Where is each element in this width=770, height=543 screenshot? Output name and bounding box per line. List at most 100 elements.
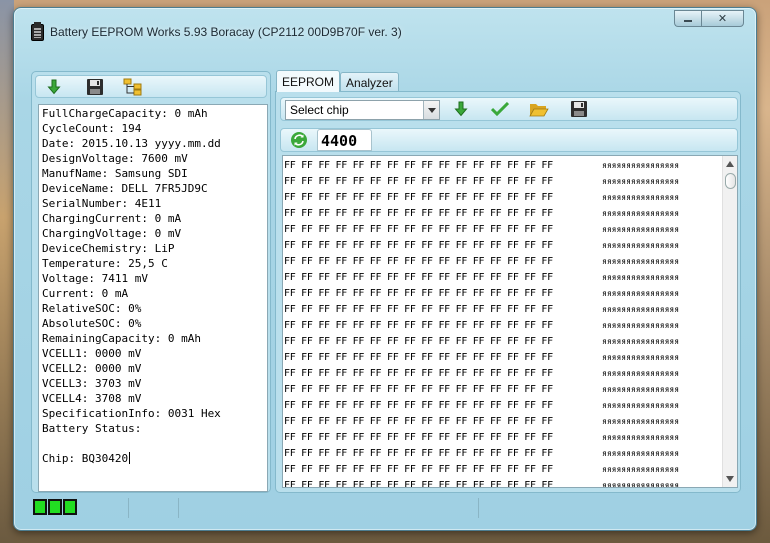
window-title: Battery EEPROM Works 5.93 Boracay (CP211… [50, 25, 402, 39]
hex-bytes: FF FF FF FF FF FF FF FF FF FF FF FF FF F… [284, 448, 553, 459]
hex-bytes: FF FF FF FF FF FF FF FF FF FF FF FF FF F… [284, 304, 553, 315]
title-bar[interactable]: Battery EEPROM Works 5.93 Boracay (CP211… [14, 8, 756, 52]
hex-bytes: FF FF FF FF FF FF FF FF FF FF FF FF FF F… [284, 416, 553, 427]
save-icon[interactable] [569, 100, 589, 118]
hex-row: FF FF FF FF FF FF FF FF FF FF FF FF FF F… [284, 382, 720, 398]
scroll-down-icon[interactable] [726, 476, 734, 482]
eeprom-panel: Select chip 4400 FF FF FF FF FF FF FF FF… [275, 91, 741, 493]
hex-bytes: FF FF FF FF FF FF FF FF FF FF FF FF FF F… [284, 432, 553, 443]
hex-ascii: яяяяяяяяяяяяяяяя [602, 257, 680, 266]
hex-bytes: FF FF FF FF FF FF FF FF FF FF FF FF FF F… [284, 400, 553, 411]
close-button[interactable]: ✕ [701, 10, 744, 27]
tree-icon[interactable] [123, 78, 143, 96]
status-cell [129, 498, 179, 518]
info-line: DeviceChemistry: LiP [42, 242, 175, 255]
hex-bytes: FF FF FF FF FF FF FF FF FF FF FF FF FF F… [284, 272, 553, 283]
info-line [42, 436, 264, 451]
info-line: VCELL1: 0000 mV [42, 347, 142, 360]
info-line: Voltage: 7411 mV [42, 272, 148, 285]
scroll-thumb[interactable] [725, 173, 736, 189]
battery-info-panel: FullChargeCapacity: 0 mAh CycleCount: 194… [31, 71, 271, 493]
tab-strip: EEPROM Analyzer [276, 70, 399, 92]
hex-row: FF FF FF FF FF FF FF FF FF FF FF FF FF F… [284, 222, 720, 238]
scroll-up-icon[interactable] [726, 161, 734, 167]
check-icon[interactable] [490, 100, 510, 118]
hex-ascii: яяяяяяяяяяяяяяяя [602, 353, 680, 362]
hex-row: FF FF FF FF FF FF FF FF FF FF FF FF FF F… [284, 270, 720, 286]
vertical-scrollbar[interactable] [722, 156, 737, 487]
hex-row: FF FF FF FF FF FF FF FF FF FF FF FF FF F… [284, 254, 720, 270]
info-line: VCELL4: 3708 mV [42, 392, 142, 405]
battery-status-cell [31, 498, 129, 518]
hex-row: FF FF FF FF FF FF FF FF FF FF FF FF FF F… [284, 286, 720, 302]
download-arrow-icon[interactable] [44, 78, 64, 96]
chevron-down-icon[interactable] [423, 101, 439, 119]
hex-ascii: яяяяяяяяяяяяяяяя [602, 225, 680, 234]
hex-row: FF FF FF FF FF FF FF FF FF FF FF FF FF F… [284, 350, 720, 366]
address-toolbar: 4400 [280, 128, 738, 152]
left-toolbar [35, 75, 267, 98]
info-line: Temperature: 25,5 C [42, 257, 168, 270]
hex-ascii: яяяяяяяяяяяяяяяя [602, 465, 680, 474]
chip-select-value: Select chip [290, 103, 349, 117]
hex-bytes: FF FF FF FF FF FF FF FF FF FF FF FF FF F… [284, 176, 553, 187]
hex-row: FF FF FF FF FF FF FF FF FF FF FF FF FF F… [284, 462, 720, 478]
hex-rows: FF FF FF FF FF FF FF FF FF FF FF FF FF F… [284, 158, 720, 488]
hex-bytes: FF FF FF FF FF FF FF FF FF FF FF FF FF F… [284, 192, 553, 203]
minimize-button[interactable] [674, 10, 701, 27]
info-line: DeviceName: DELL 7FR5JD9C [42, 182, 208, 195]
hex-row: FF FF FF FF FF FF FF FF FF FF FF FF FF F… [284, 158, 720, 174]
open-folder-icon[interactable] [529, 100, 549, 118]
hex-row: FF FF FF FF FF FF FF FF FF FF FF FF FF F… [284, 190, 720, 206]
info-line: SerialNumber: 4E11 [42, 197, 162, 210]
chip-line-text: Chip: BQ30420 [42, 452, 129, 465]
hex-row: FF FF FF FF FF FF FF FF FF FF FF FF FF F… [284, 446, 720, 462]
info-line: AbsoluteSOC: 0% [42, 317, 142, 330]
caption-buttons: ✕ [674, 10, 744, 27]
status-bar [31, 498, 741, 520]
hex-row: FF FF FF FF FF FF FF FF FF FF FF FF FF F… [284, 366, 720, 382]
battery-cell [48, 499, 62, 515]
chip-select[interactable]: Select chip [285, 100, 440, 120]
info-line: DesignVoltage: 7600 mV [42, 152, 188, 165]
address-field[interactable]: 4400 [317, 129, 372, 151]
save-icon[interactable] [85, 78, 105, 96]
hex-bytes: FF FF FF FF FF FF FF FF FF FF FF FF FF F… [284, 384, 553, 395]
minimize-icon [684, 20, 692, 22]
hex-ascii: яяяяяяяяяяяяяяяя [602, 289, 680, 298]
info-line: CycleCount: 194 [42, 122, 142, 135]
hex-ascii: яяяяяяяяяяяяяяяя [602, 209, 680, 218]
chip-toolbar: Select chip [280, 97, 738, 121]
hex-ascii: яяяяяяяяяяяяяяяя [602, 337, 680, 346]
download-arrow-icon[interactable] [451, 100, 471, 118]
info-line: Date: 2015.10.13 yyyy.mm.dd [42, 137, 221, 150]
refresh-icon[interactable] [289, 131, 309, 149]
hex-row: FF FF FF FF FF FF FF FF FF FF FF FF FF F… [284, 478, 720, 488]
hex-ascii: яяяяяяяяяяяяяяяя [602, 161, 680, 170]
info-line: SpecificationInfo: 0031 Hex [42, 407, 221, 420]
hex-row: FF FF FF FF FF FF FF FF FF FF FF FF FF F… [284, 238, 720, 254]
hex-ascii: яяяяяяяяяяяяяяяя [602, 417, 680, 426]
tab-eeprom[interactable]: EEPROM [276, 70, 341, 92]
battery-app-icon [31, 22, 44, 41]
hex-ascii: яяяяяяяяяяяяяяяя [602, 449, 680, 458]
hex-view[interactable]: FF FF FF FF FF FF FF FF FF FF FF FF FF F… [282, 155, 738, 488]
hex-ascii: яяяяяяяяяяяяяяяя [602, 433, 680, 442]
hex-bytes: FF FF FF FF FF FF FF FF FF FF FF FF FF F… [284, 480, 553, 488]
hex-bytes: FF FF FF FF FF FF FF FF FF FF FF FF FF F… [284, 464, 553, 475]
tab-analyzer[interactable]: Analyzer [340, 72, 399, 92]
hex-ascii: яяяяяяяяяяяяяяяя [602, 385, 680, 394]
info-line: VCELL3: 3703 mV [42, 377, 142, 390]
battery-cell [63, 499, 77, 515]
text-caret [129, 452, 131, 464]
hex-ascii: яяяяяяяяяяяяяяяя [602, 273, 680, 282]
hex-bytes: FF FF FF FF FF FF FF FF FF FF FF FF FF F… [284, 240, 553, 251]
hex-row: FF FF FF FF FF FF FF FF FF FF FF FF FF F… [284, 430, 720, 446]
hex-bytes: FF FF FF FF FF FF FF FF FF FF FF FF FF F… [284, 368, 553, 379]
battery-info-text[interactable]: FullChargeCapacity: 0 mAh CycleCount: 194… [38, 104, 268, 492]
hex-ascii: яяяяяяяяяяяяяяяя [602, 241, 680, 250]
hex-ascii: яяяяяяяяяяяяяяяя [602, 369, 680, 378]
info-line: Battery Status: [42, 422, 142, 435]
hex-ascii: яяяяяяяяяяяяяяяя [602, 193, 680, 202]
battery-level-icon [33, 499, 77, 515]
